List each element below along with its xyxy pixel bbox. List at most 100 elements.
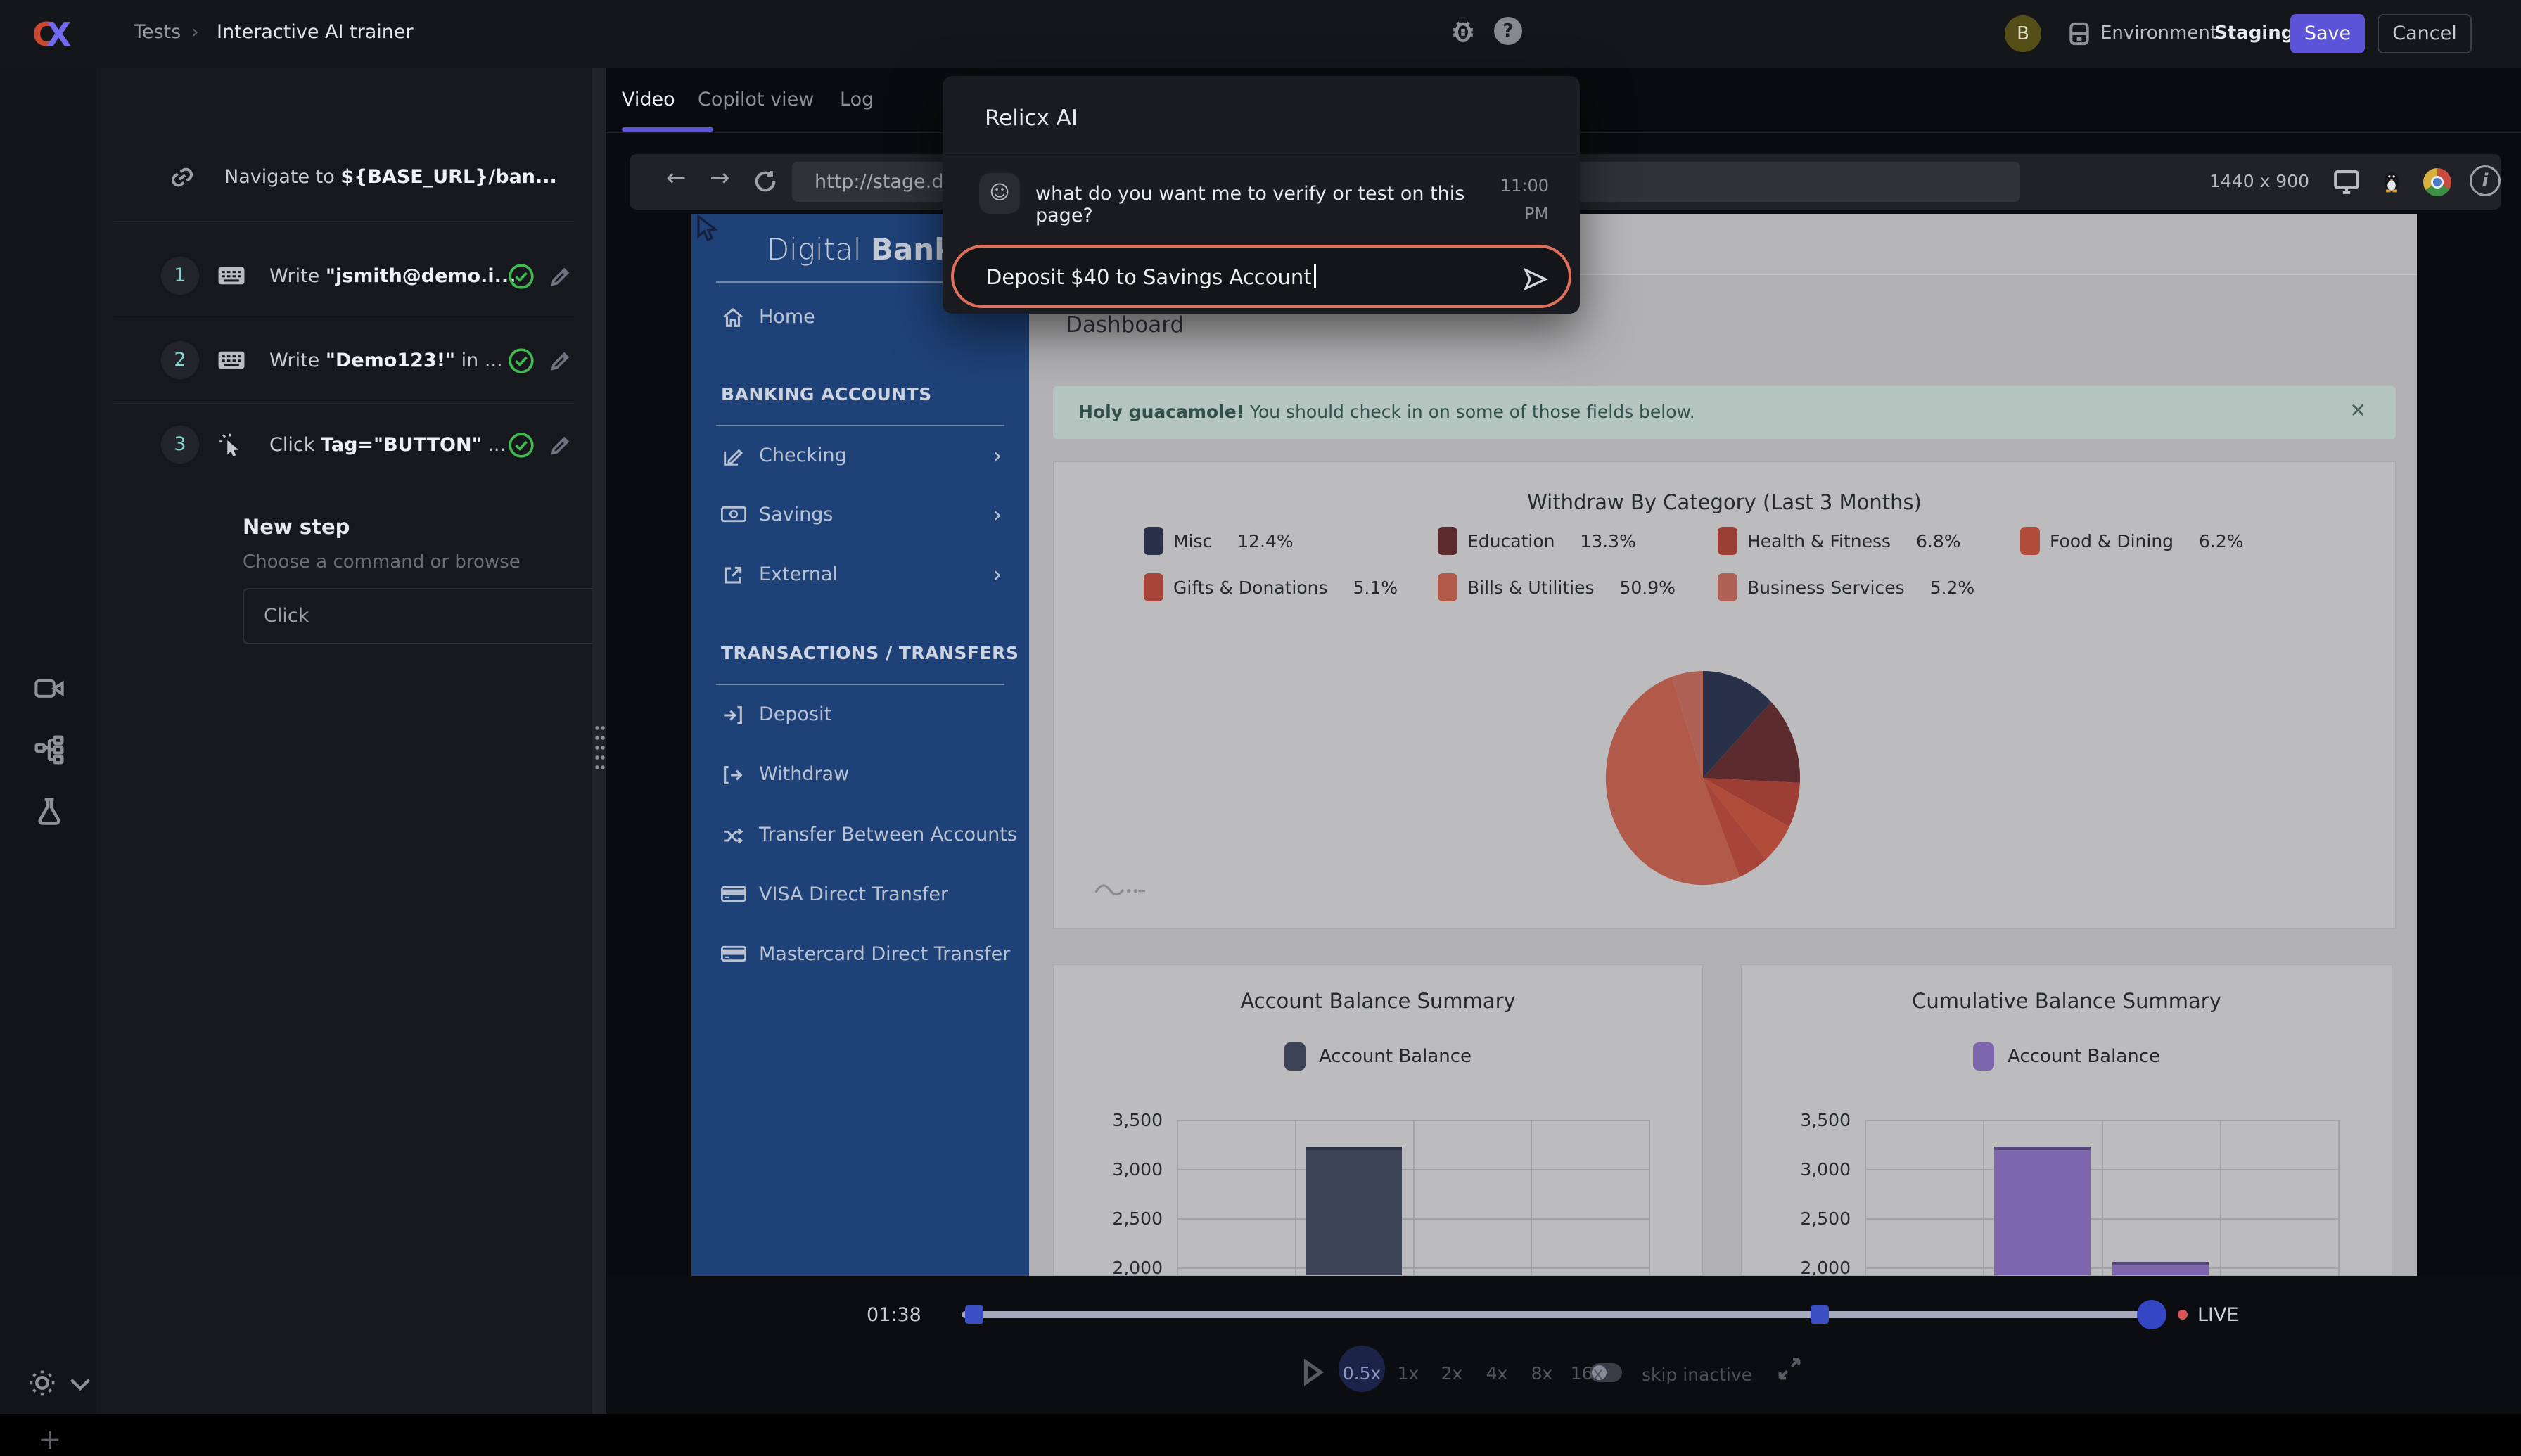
home-icon (721, 306, 745, 330)
legend-swatch (1973, 1042, 1994, 1071)
tab-log[interactable]: Log (840, 89, 874, 110)
speed-16x[interactable]: 16x (1571, 1363, 1604, 1384)
flask-icon[interactable] (34, 796, 65, 830)
y-axis-tick: 3,500 (1078, 1110, 1163, 1130)
back-arrow-icon[interactable]: ← (666, 164, 687, 192)
info-icon[interactable]: i (2470, 165, 2501, 196)
tab-copilot-view[interactable]: Copilot view (698, 89, 814, 110)
withdraw-icon (721, 763, 745, 787)
legend-label: Account Balance (1319, 1046, 1472, 1067)
timeline-track[interactable] (962, 1311, 2162, 1318)
step-number: 3 (161, 426, 199, 464)
bar[interactable] (1306, 1147, 1402, 1276)
environment-value[interactable]: Staging (2214, 23, 2294, 44)
forward-arrow-icon[interactable]: → (710, 164, 730, 192)
step-number: 1 (161, 257, 199, 295)
monitor-icon[interactable] (2332, 167, 2361, 199)
legend-swatch (1284, 1042, 1306, 1071)
drag-handle[interactable] (594, 723, 606, 769)
bank-nav-label: Deposit (759, 703, 831, 725)
pie-chart (1597, 662, 1808, 894)
video-viewport[interactable]: Digital Bank Home BANKING ACCOUNTS Check… (691, 214, 2417, 1276)
step-row[interactable]: 1Write "jsmith@demo.i... (96, 250, 592, 303)
video-camera-icon[interactable] (34, 674, 65, 705)
sitemap-icon[interactable] (34, 734, 65, 768)
y-axis-tick: 3,000 (1078, 1159, 1163, 1180)
edit-pencil-icon[interactable] (548, 433, 573, 461)
page-title: Interactive AI trainer (217, 21, 414, 43)
bar-chart-title: Account Balance Summary (1054, 989, 1702, 1013)
close-icon[interactable]: ✕ (2350, 399, 2366, 422)
bank-nav-transfer-between-accounts[interactable]: Transfer Between Accounts (691, 822, 1029, 850)
top-bar: CX Tests › Interactive AI trainer ? B En… (0, 0, 2521, 68)
divider (113, 221, 575, 222)
environment-label: Environment (2100, 23, 2217, 44)
bank-nav-checking[interactable]: Checking› (691, 443, 1029, 471)
prompt-input[interactable]: Deposit $40 to Savings Account (951, 245, 1571, 308)
avatar[interactable]: B (2005, 15, 2041, 52)
edit-pencil-icon[interactable] (548, 348, 573, 376)
gridline-v (1865, 1120, 1866, 1276)
account-balance-card: Account Balance Summary Account Balance 3… (1053, 964, 1703, 1276)
help-icon[interactable]: ? (1494, 17, 1522, 45)
breadcrumb-tests[interactable]: Tests (134, 21, 181, 43)
bank-nav-savings[interactable]: Savings› (691, 502, 1029, 530)
y-axis-tick: 2,500 (1766, 1208, 1851, 1229)
bar[interactable] (2112, 1262, 2209, 1276)
bank-section-transactions: TRANSACTIONS / TRANSFERS (721, 643, 1019, 663)
speed-0.5x[interactable]: 0.5x (1343, 1363, 1381, 1384)
chevron-right-icon: › (993, 561, 1002, 589)
bank-nav-withdraw[interactable]: Withdraw (691, 762, 1029, 790)
transfer-icon (721, 824, 745, 848)
speed-1x[interactable]: 1x (1398, 1363, 1419, 1384)
legend-label: Account Balance (2008, 1046, 2160, 1067)
check-circle-icon (507, 347, 535, 378)
cancel-button[interactable]: Cancel (2378, 14, 2472, 53)
chevron-right-icon: › (993, 501, 1002, 529)
timeline-mid-handle[interactable] (1811, 1305, 1829, 1324)
step-row[interactable]: 2Write "Demo123!" in ... (96, 334, 592, 388)
bar-legend: Account Balance (1054, 1042, 1702, 1071)
expand-icon[interactable] (1775, 1355, 1804, 1386)
speed-8x[interactable]: 8x (1531, 1363, 1553, 1384)
relicx-ai-dialog: Relicx AI ☺ what do you want me to verif… (943, 76, 1580, 314)
breadcrumb-chevron-icon: › (191, 21, 199, 43)
savings-icon (721, 504, 745, 528)
pie-chart-card: Withdraw By Category (Last 3 Months) Mis… (1053, 461, 2396, 929)
command-select-value: Click (264, 605, 309, 627)
edit-pencil-icon[interactable] (548, 264, 573, 292)
chevron-down-icon[interactable] (68, 1373, 93, 1397)
timeline-start-handle[interactable] (965, 1305, 983, 1324)
navigate-step[interactable]: Navigate to ${BASE_URL}/ban... (96, 151, 592, 204)
refresh-icon[interactable] (751, 167, 780, 199)
gear-icon[interactable] (27, 1367, 58, 1401)
speed-2x[interactable]: 2x (1441, 1363, 1463, 1384)
bank-nav-deposit[interactable]: Deposit (691, 702, 1029, 730)
legend-swatch (1144, 527, 1163, 555)
tab-video[interactable]: Video (622, 89, 675, 110)
save-button[interactable]: Save (2290, 14, 2365, 53)
bar[interactable] (1994, 1147, 2091, 1276)
speed-4x[interactable]: 4x (1486, 1363, 1508, 1384)
timeline-live-handle[interactable] (2137, 1300, 2166, 1329)
bank-nav-mastercard-direct-transfer[interactable]: Mastercard Direct Transfer (691, 942, 1029, 970)
bank-nav-external[interactable]: External› (691, 562, 1029, 590)
bank-nav-visa-direct-transfer[interactable]: VISA Direct Transfer (691, 882, 1029, 910)
step-row[interactable]: 3 Click Tag="BUTTON" ... (96, 419, 592, 472)
playback-time: 01:38 (867, 1304, 921, 1326)
y-axis-tick: 3,000 (1766, 1159, 1851, 1180)
cx-logo[interactable]: CX (32, 15, 68, 53)
bank-sidebar: Digital Bank Home BANKING ACCOUNTS Check… (691, 214, 1029, 1276)
plus-icon[interactable]: + (38, 1424, 62, 1456)
bug-icon[interactable] (1448, 15, 1479, 49)
y-axis-tick: 2,000 (1078, 1258, 1163, 1276)
send-icon[interactable] (1521, 264, 1550, 297)
bank-nav-label: Transfer Between Accounts (759, 824, 1017, 845)
environment-icon (2065, 20, 2093, 51)
mouse-cursor-icon (694, 214, 722, 249)
bank-section-accounts: BANKING ACCOUNTS (721, 384, 932, 404)
play-icon[interactable] (1301, 1359, 1325, 1388)
step-label: Click Tag="BUTTON" ... (269, 434, 506, 456)
legend-label: Food & Dining 6.2% (2050, 531, 2244, 551)
live-dot (2178, 1310, 2188, 1320)
